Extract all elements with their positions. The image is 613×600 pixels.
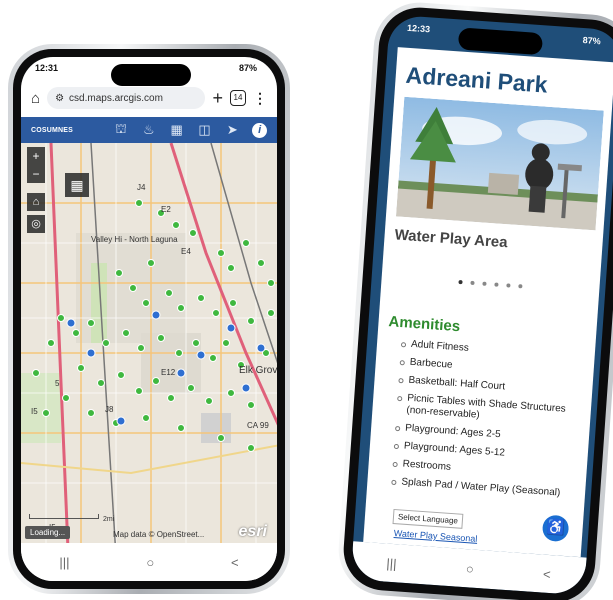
- grid-icon[interactable]: ▦: [65, 173, 89, 197]
- new-tab-icon[interactable]: +: [212, 88, 223, 109]
- site-settings-icon[interactable]: ⚙: [55, 93, 64, 104]
- home-button[interactable]: ○: [146, 555, 154, 570]
- battery-level: 87%: [582, 35, 602, 47]
- map-label-5: 5: [55, 379, 60, 388]
- esri-logo: esri: [238, 523, 267, 540]
- android-nav-bar: ||| ○ <: [21, 543, 277, 581]
- phone-park-bezel: 12:33 87% Adreani Park Water Play Area A…: [340, 4, 613, 600]
- back-button[interactable]: <: [543, 566, 552, 581]
- zoom-in-button[interactable]: +: [27, 147, 45, 165]
- map-label-j4: J4: [137, 183, 146, 192]
- playground-icon[interactable]: ⛫: [113, 121, 129, 139]
- map-label-i5-a: I5: [31, 407, 38, 416]
- map-label-elk-grove: Elk Grove: [239, 365, 277, 376]
- phone-map-bezel: 12:31 87% ⌂ ⚙ csd.maps.arcgis.com + 14 ⋮…: [13, 49, 285, 589]
- status-time: 12:31: [35, 63, 59, 73]
- more-menu-icon[interactable]: ⋮: [253, 90, 267, 107]
- language-select[interactable]: Select Language: [392, 508, 464, 529]
- recents-button[interactable]: |||: [59, 555, 69, 570]
- phone-park-screen: 12:33 87% Adreani Park Water Play Area A…: [350, 14, 613, 596]
- loading-indicator: Loading...: [25, 526, 71, 539]
- back-button[interactable]: <: [231, 555, 239, 570]
- locate-icon[interactable]: ◎: [27, 215, 45, 233]
- amenities-list: Adult Fitness Barbecue Basketball: Half …: [367, 333, 595, 504]
- map-label-valley-hi: Valley Hi - North Laguna: [91, 235, 178, 244]
- home-icon[interactable]: ⌂: [31, 90, 40, 107]
- map-layers-icon[interactable]: ▦: [169, 122, 185, 138]
- park-title: Adreani Park: [404, 61, 549, 98]
- brand-logo: COSUMNES: [31, 126, 74, 134]
- scale-label: 2mi: [103, 516, 115, 523]
- device-mockup-scene: 12:31 87% ⌂ ⚙ csd.maps.arcgis.com + 14 ⋮…: [0, 0, 613, 600]
- scale-bar: [29, 514, 99, 519]
- map-view[interactable]: Valley Hi - North Laguna Elk Grove E12 J…: [21, 143, 277, 543]
- battery-level: 87%: [238, 63, 257, 73]
- home-button[interactable]: ○: [465, 561, 474, 577]
- info-icon[interactable]: i: [252, 122, 268, 138]
- map-toolbar: COSUMNES ⛫ ♨ ▦ ◫ ➤ i: [21, 117, 277, 143]
- basemap-icon[interactable]: ◫: [197, 122, 213, 138]
- dynamic-island: [457, 27, 544, 56]
- map-label-e12: E12: [161, 368, 176, 377]
- accessibility-icon[interactable]: ♿: [541, 514, 570, 543]
- map-canvas: [21, 143, 277, 543]
- home-extent-icon[interactable]: ⌂: [27, 193, 45, 211]
- browser-url-row: ⌂ ⚙ csd.maps.arcgis.com + 14 ⋮: [21, 83, 277, 113]
- map-label-e4: E4: [181, 247, 191, 256]
- status-time: 12:33: [406, 22, 431, 35]
- map-attribution[interactable]: Map data © OpenStreet...: [113, 530, 204, 539]
- phone-park: 12:33 87% Adreani Park Water Play Area A…: [335, 0, 613, 600]
- map-label-j8: J8: [105, 405, 114, 414]
- park-page: Adreani Park Water Play Area Amenities A…: [363, 47, 613, 558]
- url-text: csd.maps.arcgis.com: [69, 92, 163, 104]
- recents-button[interactable]: |||: [386, 555, 397, 571]
- tab-count-button[interactable]: 14: [230, 90, 246, 106]
- picnic-icon[interactable]: ♨: [141, 122, 157, 138]
- map-label-ca99: CA 99: [247, 421, 269, 430]
- water-play-link[interactable]: Water Play Seasonal: [394, 528, 478, 544]
- phone-map: 12:31 87% ⌂ ⚙ csd.maps.arcgis.com + 14 ⋮…: [8, 44, 290, 594]
- url-bar[interactable]: ⚙ csd.maps.arcgis.com: [47, 87, 206, 109]
- map-label-e2: E2: [161, 205, 171, 214]
- park-photo[interactable]: [395, 96, 604, 231]
- zoom-out-button[interactable]: −: [27, 165, 45, 183]
- park-photo-image: [395, 96, 604, 231]
- phone-map-screen: 12:31 87% ⌂ ⚙ csd.maps.arcgis.com + 14 ⋮…: [21, 57, 277, 581]
- directions-icon[interactable]: ➤: [224, 122, 240, 138]
